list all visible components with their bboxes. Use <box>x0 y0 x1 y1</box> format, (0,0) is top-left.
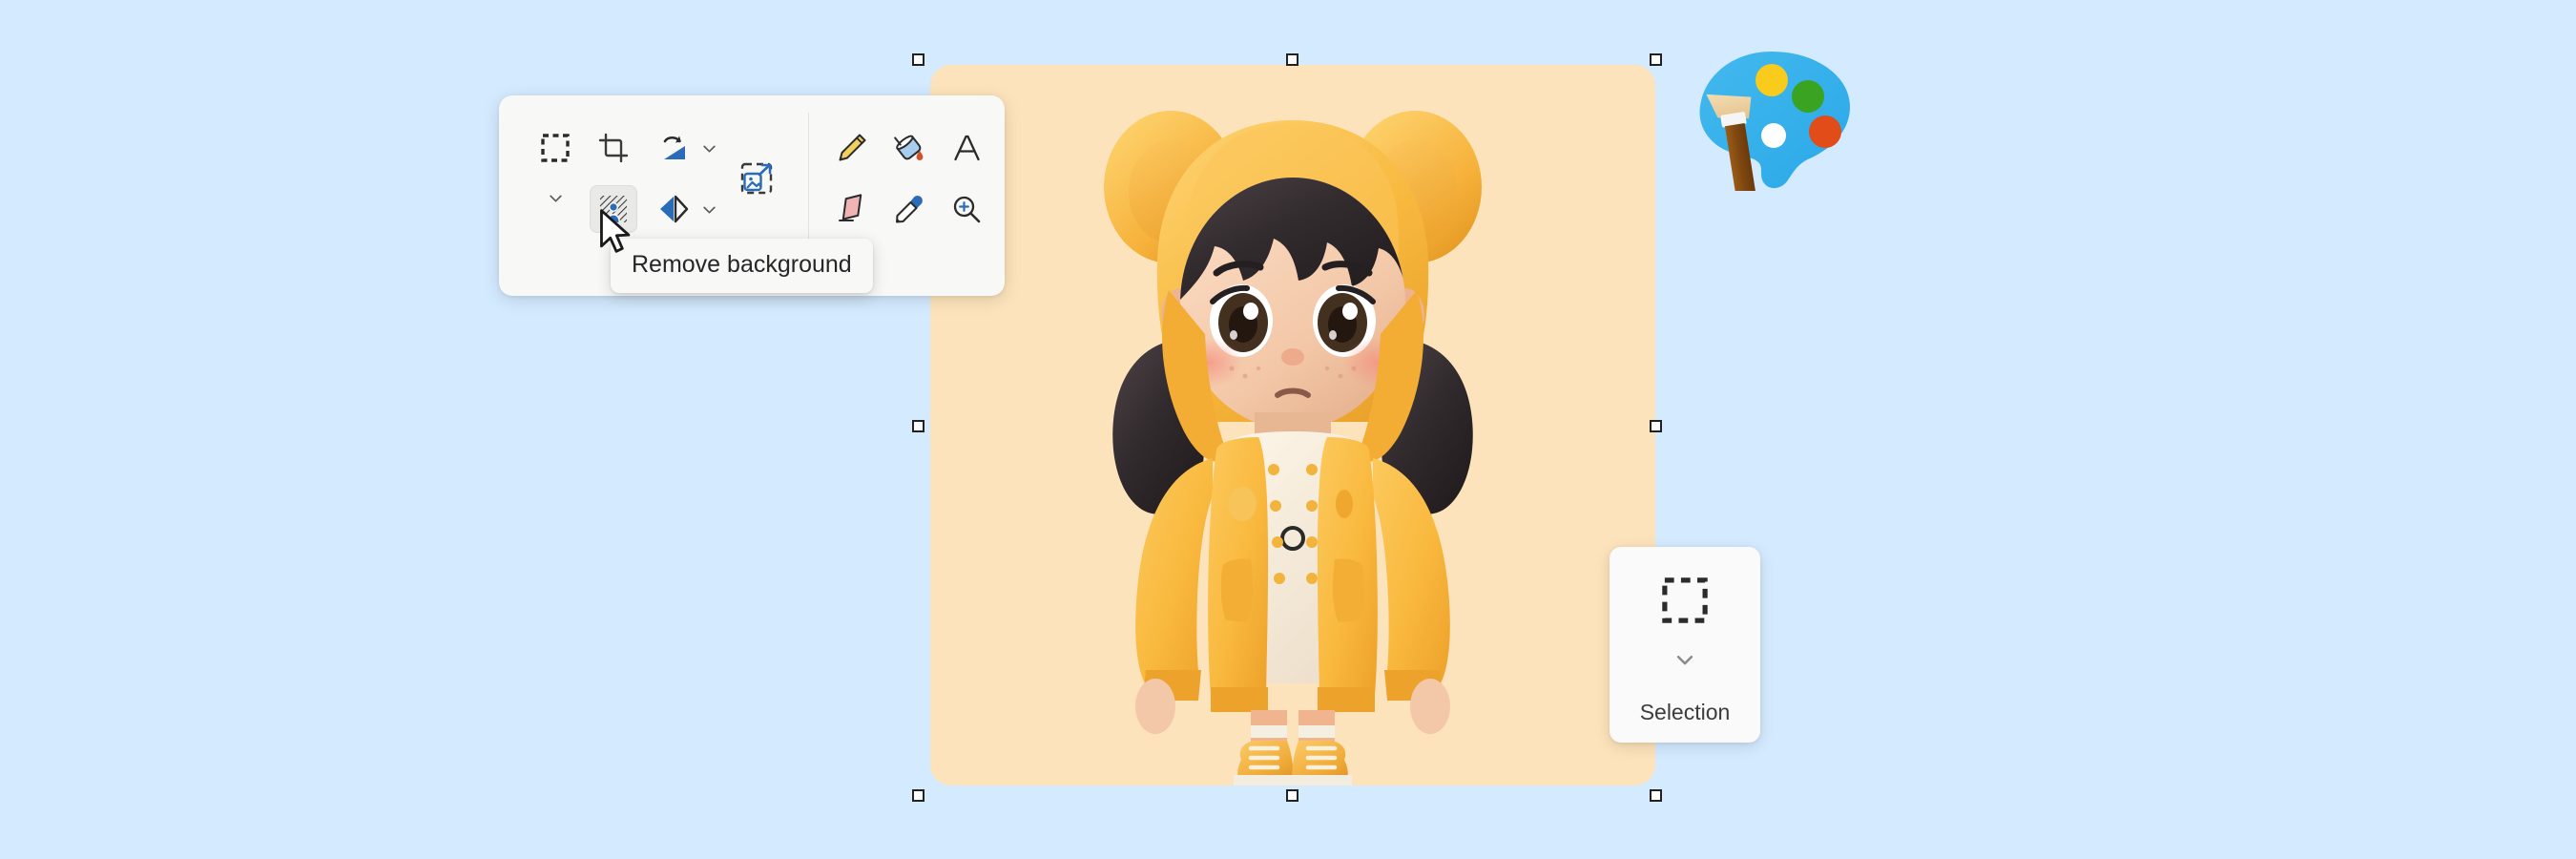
color-picker-button[interactable] <box>885 185 933 233</box>
crop-icon <box>598 133 629 163</box>
selection-panel[interactable]: Selection <box>1610 547 1760 743</box>
selection-handle-bottom-left[interactable] <box>912 789 924 802</box>
text-tool-button[interactable] <box>943 124 990 172</box>
selection-handle-top-right[interactable] <box>1650 53 1662 66</box>
crop-tool-button[interactable] <box>590 124 637 172</box>
selection-handle-middle-left[interactable] <box>912 420 924 432</box>
magnifier-tool-button[interactable] <box>943 185 990 233</box>
selection-panel-dropdown[interactable] <box>1673 650 1696 669</box>
eraser-icon <box>839 194 862 221</box>
selection-handle-top-left[interactable] <box>912 53 924 66</box>
image-canvas[interactable] <box>930 65 1655 786</box>
rotate-icon <box>663 136 685 159</box>
mouse-cursor <box>600 209 631 253</box>
fill-tool-button[interactable] <box>885 124 933 172</box>
screen: Tools Remove background Selection <box>0 0 2576 859</box>
chevron-down-icon <box>1676 656 1693 665</box>
artwork-character <box>1104 111 1482 786</box>
flip-icon <box>660 195 689 223</box>
pencil-icon <box>839 134 866 161</box>
selection-more-button[interactable] <box>543 185 568 210</box>
flip-more-button[interactable] <box>696 197 721 221</box>
text-a-icon <box>954 135 980 161</box>
rotate-tool-button[interactable] <box>650 124 697 172</box>
magnifier-plus-icon <box>953 196 981 223</box>
pencil-tool-button[interactable] <box>828 124 876 172</box>
resize-image-icon <box>740 162 773 195</box>
selection-panel-label: Selection <box>1639 700 1731 724</box>
selection-tool-button[interactable] <box>531 124 579 172</box>
rotate-more-button[interactable] <box>696 136 721 160</box>
chevron-down-icon <box>702 145 716 153</box>
paint-bucket-icon <box>894 135 924 160</box>
selection-handle-bottom-center[interactable] <box>1286 789 1298 802</box>
selection-handle-top-center[interactable] <box>1286 53 1298 66</box>
selection-dashed-square-icon <box>1662 577 1708 623</box>
flip-tool-button[interactable] <box>650 185 697 233</box>
ms-paint-logo <box>1699 52 1850 191</box>
tooltip-remove-background: Remove background <box>611 239 873 293</box>
selection-handle-bottom-right[interactable] <box>1650 789 1662 802</box>
chevron-down-icon <box>702 206 716 214</box>
eyedropper-icon <box>896 195 923 223</box>
selection-handle-middle-right[interactable] <box>1650 420 1662 432</box>
selection-dashed-square-icon <box>541 134 570 162</box>
resize-image-button[interactable] <box>733 155 780 202</box>
chevron-down-icon <box>549 195 562 202</box>
eraser-tool-button[interactable] <box>828 185 876 233</box>
